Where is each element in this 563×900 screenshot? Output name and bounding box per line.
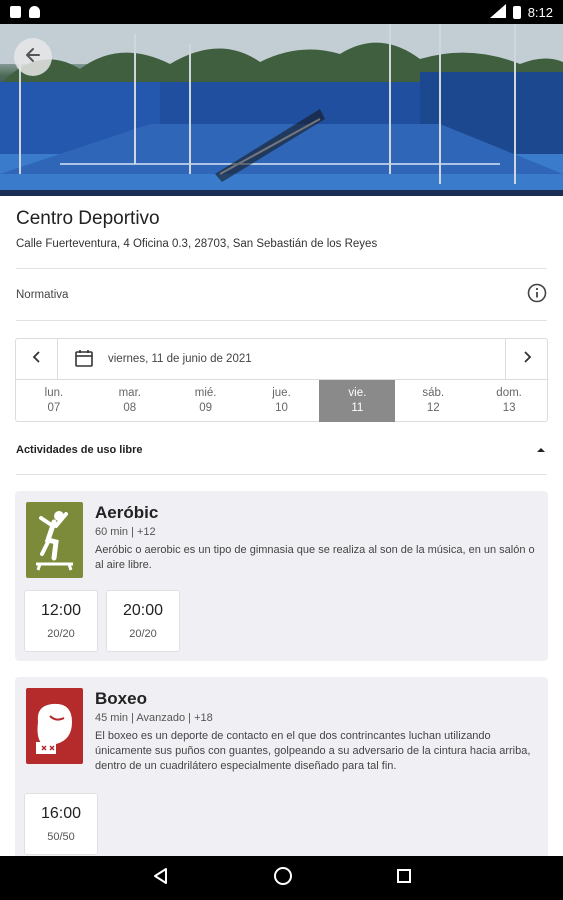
divider: [16, 474, 547, 475]
day-cell-friday[interactable]: vie. 11: [319, 380, 396, 422]
activity-description: El boxeo es un deporte de contacto en el…: [95, 730, 531, 772]
recents-nav-icon[interactable]: [396, 868, 412, 889]
previous-week-button[interactable]: [16, 339, 58, 379]
slot-capacity: 20/20: [47, 628, 75, 640]
arrow-left-icon: [24, 46, 42, 69]
day-name: dom.: [496, 387, 522, 399]
day-number: 08: [123, 402, 137, 414]
day-name: vie.: [348, 387, 367, 399]
status-time: 8:12: [527, 4, 553, 20]
home-nav-icon[interactable]: [273, 866, 293, 891]
day-cell-saturday[interactable]: sáb. 12: [395, 380, 471, 422]
status-bar: 8:12: [0, 0, 563, 24]
time-slot-button[interactable]: 20:00 20/20: [106, 590, 180, 652]
time-slot-button[interactable]: 12:00 20/20: [24, 590, 98, 652]
status-left: [10, 6, 40, 18]
venue-hero-image: [0, 24, 563, 196]
system-nav-bar: [0, 856, 563, 900]
chevron-right-icon: [522, 350, 532, 368]
battery-icon: [512, 5, 521, 19]
day-number: 10: [275, 402, 288, 414]
calendar-icon: [74, 348, 94, 371]
status-right: 8:12: [489, 3, 553, 21]
time-slot-button[interactable]: 16:00 50/50: [24, 793, 98, 855]
day-cell-sunday[interactable]: dom. 13: [471, 380, 547, 422]
info-icon[interactable]: [527, 283, 547, 308]
day-cell-monday[interactable]: lun. 07: [16, 380, 92, 422]
chevron-left-icon: [32, 350, 42, 368]
slot-time: 16:00: [40, 805, 82, 822]
rules-row[interactable]: Normativa: [16, 270, 547, 320]
current-date-label: viernes, 11 de junio de 2021: [108, 353, 252, 365]
activity-meta: 45 min | Avanzado | +18: [95, 712, 213, 724]
date-header: viernes, 11 de junio de 2021: [16, 339, 547, 380]
back-button[interactable]: [14, 38, 52, 76]
day-name: jue.: [272, 387, 291, 399]
day-cell-wednesday[interactable]: mié. 09: [168, 380, 244, 422]
court-illustration: [0, 24, 563, 196]
day-row: lun. 07 mar. 08 mié. 09 jue. 10 vie. 11 …: [16, 380, 547, 422]
day-number: 09: [199, 402, 213, 414]
day-name: sáb.: [422, 387, 445, 399]
day-name: mié.: [194, 387, 217, 399]
day-number: 07: [47, 402, 61, 414]
rules-label: Normativa: [16, 289, 69, 301]
slot-capacity: 50/50: [47, 831, 75, 843]
free-activities-header[interactable]: Actividades de uso libre: [16, 436, 547, 464]
day-number: 11: [351, 402, 364, 414]
android-icon: [29, 6, 40, 18]
divider: [16, 268, 547, 269]
boxing-glove-icon: [26, 688, 83, 764]
screen: 8:12 Centro Deportivo Calle Fuerteventur…: [0, 0, 563, 900]
aerobic-icon: [26, 502, 83, 578]
venue-title: Centro Deportivo: [16, 208, 160, 229]
day-number: 13: [502, 402, 516, 414]
slot-time: 20:00: [122, 602, 164, 619]
activity-card-boxeo[interactable]: Boxeo 45 min | Avanzado | +18 El boxeo e…: [15, 677, 548, 877]
date-selector[interactable]: viernes, 11 de junio de 2021: [58, 339, 505, 379]
day-name: mar.: [118, 387, 141, 399]
activity-card-aerobic[interactable]: Aeróbic 60 min | +12 Aeróbic o aerobic e…: [15, 491, 548, 661]
day-cell-thursday[interactable]: jue. 10: [244, 380, 320, 422]
activity-meta: 60 min | +12: [95, 526, 156, 538]
divider: [16, 320, 547, 321]
collapse-icon[interactable]: [535, 441, 547, 459]
signal-icon: [489, 3, 506, 21]
activity-description: Aeróbic o aerobic es un tipo de gimnasia…: [95, 544, 535, 571]
sd-card-icon: [10, 6, 21, 18]
slot-time: 12:00: [40, 602, 82, 619]
section-title: Actividades de uso libre: [16, 444, 143, 456]
venue-address: Calle Fuerteventura, 4 Oficina 0.3, 2870…: [16, 238, 378, 250]
activity-name: Boxeo: [95, 689, 147, 708]
slot-capacity: 20/20: [129, 628, 157, 640]
day-number: 12: [426, 402, 440, 414]
day-cell-tuesday[interactable]: mar. 08: [92, 380, 168, 422]
date-picker: viernes, 11 de junio de 2021 lun. 07 mar…: [15, 338, 548, 422]
activity-name: Aeróbic: [95, 503, 159, 522]
back-nav-icon[interactable]: [152, 867, 170, 890]
next-week-button[interactable]: [505, 339, 547, 379]
day-name: lun.: [44, 387, 64, 399]
